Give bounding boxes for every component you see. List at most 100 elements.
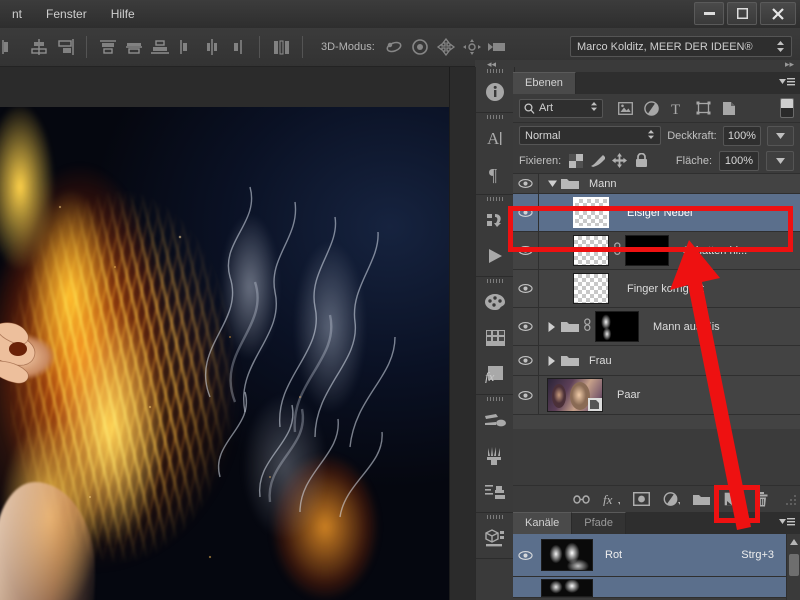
panel-resize-grip-icon[interactable]: [783, 491, 800, 508]
add-layer-style-icon[interactable]: fx: [603, 491, 620, 508]
menu-item-hilfe[interactable]: Hilfe: [99, 0, 147, 28]
channel-thumbnail[interactable]: [541, 579, 593, 597]
filter-smartobject-icon[interactable]: [721, 100, 737, 116]
character-icon[interactable]: A: [476, 120, 514, 156]
color-palette-icon[interactable]: [476, 284, 514, 320]
menu-item-fenster[interactable]: Fenster: [34, 0, 99, 28]
filter-type-icon[interactable]: T: [669, 100, 685, 116]
styles-fx-icon[interactable]: fx: [476, 356, 514, 392]
menu-item-0[interactable]: nt: [0, 0, 34, 28]
fill-value[interactable]: 100%: [719, 150, 759, 171]
panel-menu-icon[interactable]: [779, 77, 795, 89]
scrollbar-thumb[interactable]: [789, 554, 799, 576]
blend-mode-select[interactable]: Normal: [519, 126, 662, 145]
distribute-spacing-icon[interactable]: [270, 36, 292, 58]
align-horizontal-centers-icon[interactable]: [28, 36, 50, 58]
visibility-toggle[interactable]: [513, 346, 539, 375]
layer-row-mann-aus-eis[interactable]: Mann aus Eis: [513, 308, 800, 346]
group-expander-icon[interactable]: [545, 321, 559, 332]
scale-3d-camera-icon[interactable]: [486, 36, 510, 58]
minimize-button[interactable]: [694, 2, 724, 25]
3d-panel-icon[interactable]: [476, 520, 514, 556]
layer-row-paar[interactable]: Paar: [513, 376, 800, 415]
tab-kanaele[interactable]: Kanäle: [513, 512, 573, 534]
channel-row-rot[interactable]: Rot Strg+3: [513, 534, 800, 577]
align-left-edges-icon[interactable]: [2, 36, 24, 58]
channels-panel: Kanäle Pfade Rot Strg+3: [513, 512, 800, 600]
filter-adjustment-icon[interactable]: [643, 100, 659, 116]
layer-thumbnail[interactable]: [573, 273, 609, 304]
filter-enable-toggle[interactable]: [780, 98, 794, 118]
dock-grip[interactable]: [476, 395, 514, 402]
lock-transparency-icon[interactable]: [568, 153, 583, 168]
slide-3d-icon[interactable]: [460, 36, 484, 58]
link-layers-icon[interactable]: [573, 491, 590, 508]
blend-mode-spinner-icon[interactable]: [647, 129, 655, 143]
layer-row-finger-korrigiert[interactable]: Finger korrigiert: [513, 270, 800, 308]
group-expander-icon[interactable]: [545, 179, 559, 188]
brush-icon[interactable]: [476, 438, 514, 474]
close-button[interactable]: [760, 2, 796, 25]
dock-grip[interactable]: [476, 195, 514, 202]
channel-thumbnail[interactable]: [541, 539, 593, 571]
dock-grip[interactable]: [476, 67, 514, 74]
paragraph-icon[interactable]: ¶: [476, 156, 514, 192]
drag-3d-icon[interactable]: [434, 36, 458, 58]
channel-row-next[interactable]: [513, 577, 800, 598]
distribute-center-icon[interactable]: [201, 36, 223, 58]
panel-menu-icon[interactable]: [779, 517, 795, 529]
align-vertical-centers-icon[interactable]: [123, 36, 145, 58]
maximize-button[interactable]: [727, 2, 757, 25]
layer-row-frau[interactable]: Frau: [513, 346, 800, 376]
filter-kind-spinner-icon[interactable]: [590, 101, 598, 115]
swatches-icon[interactable]: [476, 320, 514, 356]
group-mask-thumbnail[interactable]: [595, 311, 639, 342]
dock-collapse-bar[interactable]: ◂◂ ▸▸: [475, 59, 800, 72]
credit-spinner-icon[interactable]: [776, 40, 785, 53]
roll-3d-icon[interactable]: [408, 36, 432, 58]
fill-dropdown-button[interactable]: [766, 150, 794, 171]
credit-dropdown[interactable]: Marco Kolditz, MEER DER IDEEN®: [570, 36, 792, 57]
visibility-toggle[interactable]: [513, 270, 539, 307]
opacity-dropdown-button[interactable]: [767, 125, 794, 146]
lock-image-icon[interactable]: [590, 153, 606, 168]
document-canvas[interactable]: [0, 67, 450, 600]
rotate-3d-icon[interactable]: [382, 36, 406, 58]
visibility-toggle[interactable]: [513, 308, 539, 345]
expand-arrows-icon[interactable]: ▸▸: [785, 59, 794, 70]
dock-grip[interactable]: [476, 277, 514, 284]
brush-presets-icon[interactable]: [476, 402, 514, 438]
channels-scrollbar[interactable]: [786, 534, 800, 600]
group-expander-icon[interactable]: [545, 355, 559, 366]
distribute-right-icon[interactable]: [227, 36, 249, 58]
info-icon[interactable]: [476, 74, 514, 110]
new-adjustment-layer-icon[interactable]: [663, 491, 680, 508]
filter-kind-select[interactable]: Art: [519, 98, 603, 118]
layer-thumbnail[interactable]: [547, 378, 603, 412]
add-layer-mask-icon[interactable]: [633, 491, 650, 508]
visibility-toggle[interactable]: [513, 534, 537, 576]
link-mask-icon[interactable]: [582, 318, 592, 335]
align-bottom-edges-icon[interactable]: [149, 36, 171, 58]
opacity-value[interactable]: 100%: [722, 125, 762, 146]
layer-row-mann[interactable]: Mann: [513, 174, 800, 194]
opacity-label: Deckkraft:: [667, 129, 717, 142]
visibility-toggle[interactable]: [513, 376, 539, 414]
new-group-icon[interactable]: [693, 491, 710, 508]
align-top-edges-icon[interactable]: [97, 36, 119, 58]
clone-source-icon[interactable]: [476, 474, 514, 510]
visibility-toggle[interactable]: [513, 577, 537, 597]
scroll-up-arrow-icon[interactable]: [790, 538, 798, 546]
divider-2: [259, 36, 260, 58]
tab-pfade[interactable]: Pfade: [572, 512, 627, 534]
distribute-left-icon[interactable]: [175, 36, 197, 58]
filter-shape-icon[interactable]: [695, 100, 711, 116]
lock-all-icon[interactable]: [634, 153, 649, 168]
tab-ebenen[interactable]: Ebenen: [513, 72, 576, 94]
visibility-toggle[interactable]: [513, 174, 539, 193]
dock-grip[interactable]: [476, 513, 514, 520]
lock-position-icon[interactable]: [612, 153, 628, 168]
filter-pixel-icon[interactable]: [617, 100, 633, 116]
align-right-edges-icon[interactable]: [54, 36, 76, 58]
dock-grip[interactable]: [476, 113, 514, 120]
